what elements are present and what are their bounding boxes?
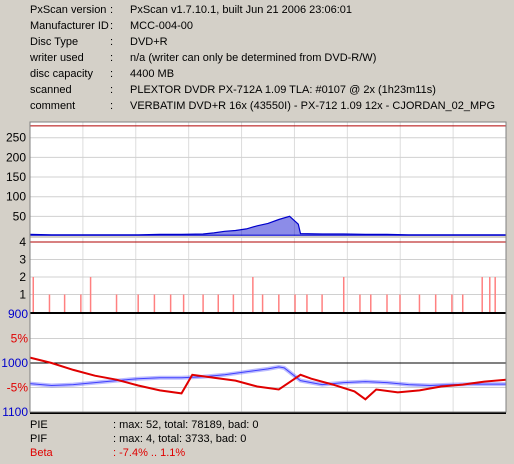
info-key: Disc Type <box>30 36 79 48</box>
info-value: MCC-004-00 <box>130 20 193 32</box>
stats-key: Beta <box>30 447 53 459</box>
beta-ytick-label: -5% <box>7 381 29 395</box>
stats-value: : max: 4, total: 3733, bad: 0 <box>113 433 247 445</box>
info-row: Manufacturer ID: MCC-004-00 <box>0 19 514 34</box>
stats-row-pif: PIF : max: 4, total: 3733, bad: 0 <box>0 432 514 446</box>
info-key: PxScan version <box>30 4 107 16</box>
info-value: PLEXTOR DVDR PX-712A 1.09 TLA: #0107 @ 2… <box>130 84 436 96</box>
pif-ytick-label: 3 <box>19 253 26 267</box>
info-value: DVD+R <box>130 36 168 48</box>
info-key: writer used <box>30 52 84 64</box>
info-key: comment <box>30 100 76 112</box>
info-separator: : <box>110 100 114 112</box>
scan-stats-panel: PIE : max: 52, total: 78189, bad: 0 PIF : m… <box>0 418 514 464</box>
pie-ytick-label: 50 <box>13 209 27 223</box>
info-row: disc capacity: 4400 MB <box>0 67 514 82</box>
info-separator: : <box>110 4 114 16</box>
stats-row-beta: Beta : -7.4% .. 1.1% <box>0 446 514 460</box>
info-row: scanned: PLEXTOR DVDR PX-712A 1.09 TLA: #… <box>0 83 514 98</box>
jitter-ytick-label: 1100 <box>2 405 28 418</box>
pie-ytick-label: 200 <box>6 150 26 164</box>
beta-ytick-label: 5% <box>11 332 29 346</box>
scan-chart: 250 200 150 100 50 4 3 2 1 900 5% 1000 -5% 1100 <box>1 121 507 418</box>
plot-panel-1 <box>30 122 506 236</box>
info-row: Disc Type: DVD+R <box>0 35 514 50</box>
pif-ytick-label: 2 <box>19 270 26 284</box>
pif-ytick-label: 4 <box>19 235 26 249</box>
info-value: PxScan v1.7.10.1, built Jun 21 2006 23:0… <box>130 4 352 16</box>
info-value: 4400 MB <box>130 68 175 80</box>
info-separator: : <box>110 68 114 80</box>
stats-key: PIE <box>30 419 48 431</box>
jitter-ytick-label: 900 <box>8 307 28 321</box>
info-value: VERBATIM DVD+R 16x (43550I) - PX-712 1.0… <box>130 100 496 112</box>
scan-info-panel: PxScan version: PxScan v1.7.10.1, built J… <box>0 0 514 126</box>
pie-ytick-label: 150 <box>6 170 26 184</box>
stats-key: PIF <box>30 433 48 445</box>
info-separator: : <box>110 84 114 96</box>
pif-ytick-label: 1 <box>19 288 26 302</box>
info-separator: : <box>110 52 114 64</box>
info-separator: : <box>110 20 114 32</box>
info-separator: : <box>110 36 114 48</box>
stats-value: : -7.4% .. 1.1% <box>113 447 186 459</box>
info-key: disc capacity <box>30 68 93 80</box>
plot-panel-2 <box>30 238 506 312</box>
info-row: writer used: n/a (writer can only be dete… <box>0 51 514 66</box>
pie-ytick-label: 250 <box>6 131 26 145</box>
info-key: Manufacturer ID <box>30 20 109 32</box>
stats-row-pie: PIE : max: 52, total: 78189, bad: 0 <box>0 418 514 432</box>
info-value: n/a (writer can only be determined from … <box>130 52 377 64</box>
info-row: PxScan version: PxScan v1.7.10.1, built J… <box>0 3 514 18</box>
pie-ytick-label: 100 <box>6 190 26 204</box>
info-key: scanned <box>30 84 72 96</box>
stats-value: : max: 52, total: 78189, bad: 0 <box>113 419 259 431</box>
info-row: comment: VERBATIM DVD+R 16x (43550I) - PX… <box>0 99 514 114</box>
jitter-ytick-label: 1000 <box>1 356 28 370</box>
